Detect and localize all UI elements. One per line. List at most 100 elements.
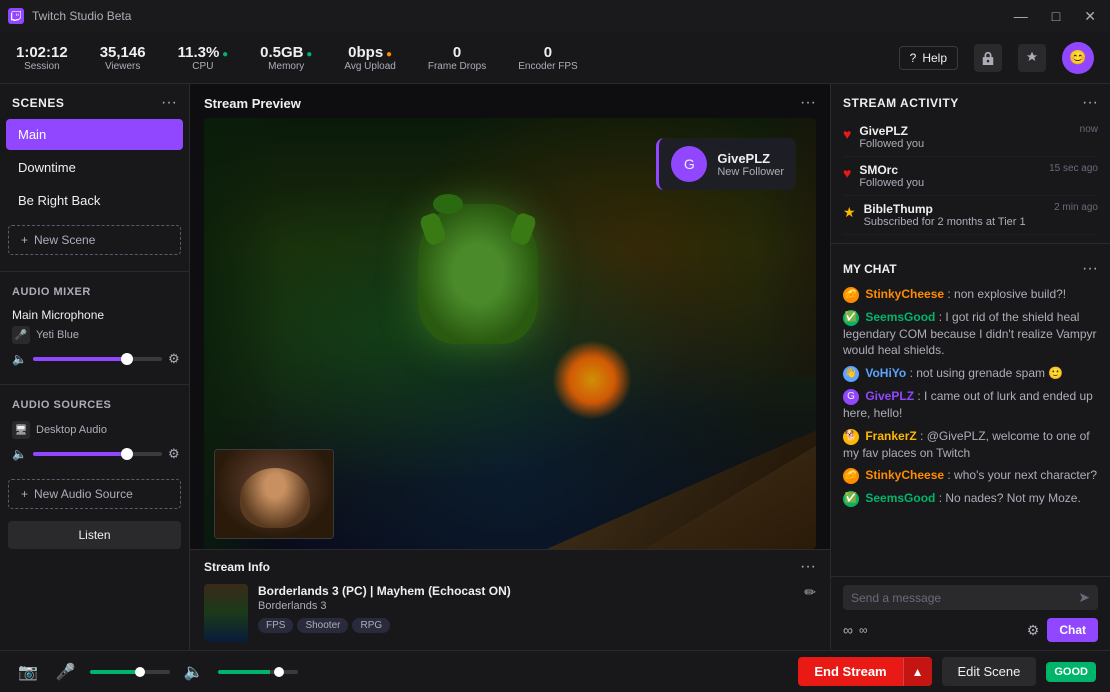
chat-more-button[interactable]: ··· (1082, 260, 1098, 278)
stat-upload: 0bps ● Avg Upload (344, 44, 396, 72)
chat-text-6: : No nades? Not my Moze. (939, 491, 1081, 505)
desktop-audio-slider-row: 🔈 ⚙ (12, 443, 177, 465)
main-mic-device-row: 🎤 Yeti Blue (12, 326, 177, 344)
activity-item-0: ♥ GivePLZ Followed you now (843, 118, 1098, 157)
activity-desc-0: Followed you (859, 138, 1071, 150)
new-audio-source-button[interactable]: + New Audio Source (8, 479, 181, 509)
main-content: Scenes ··· Main Downtime Be Right Back +… (0, 84, 1110, 650)
encoder-fps-label: Encoder FPS (518, 61, 577, 72)
star-icon-2: ★ (843, 204, 856, 221)
notification-subtitle: New Follower (717, 166, 784, 178)
snap-button[interactable] (1018, 44, 1046, 72)
webcam-overlay (214, 449, 334, 539)
plus-icon: + (21, 233, 28, 247)
end-stream-button[interactable]: End Stream (798, 657, 902, 686)
new-scene-label: New Scene (34, 233, 95, 247)
activity-name-1: SMOrc (859, 163, 1041, 177)
chat-settings-button[interactable]: ⚙ (1027, 622, 1040, 639)
activity-text-2: BibleThump Subscribed for 2 months at Ti… (864, 202, 1047, 228)
new-scene-button[interactable]: + New Scene (8, 225, 181, 255)
chat-text-0: : non explosive build?! (947, 287, 1066, 301)
game-preview: G GivePLZ New Follower (204, 118, 816, 549)
help-button[interactable]: ? Help (899, 46, 958, 70)
maximize-button[interactable]: □ (1046, 6, 1066, 27)
camera-button[interactable]: 📷 (14, 658, 42, 686)
infinity-label: ∞ (859, 623, 868, 637)
main-mic-settings-button[interactable]: ⚙ (168, 348, 180, 370)
end-stream-arrow-button[interactable]: ▲ (903, 658, 932, 686)
bottom-audio-slider[interactable] (90, 670, 170, 674)
main-microphone-section: Main Microphone 🎤 Yeti Blue 🔈 ⚙ (0, 302, 189, 376)
scenes-more-button[interactable]: ··· (161, 94, 177, 112)
activity-list: ♥ GivePLZ Followed you now ♥ SMOrc Follo… (831, 118, 1110, 235)
main-mic-device: Yeti Blue (36, 329, 79, 341)
chat-msg-3: G GivePLZ : I came out of lurk and ended… (843, 388, 1098, 422)
app-title: Twitch Studio Beta (32, 9, 131, 23)
main-mic-slider[interactable] (33, 357, 162, 361)
minimize-button[interactable]: — (1008, 6, 1034, 27)
user-avatar[interactable]: 😊 (1062, 42, 1094, 74)
desktop-audio-label: Desktop Audio (36, 424, 107, 436)
listen-button[interactable]: Listen (8, 521, 181, 549)
stream-info-edit-button[interactable]: ✏ (804, 584, 816, 601)
viewers-label: Viewers (105, 61, 140, 72)
chat-send-icon: ➤ (1078, 589, 1090, 606)
chat-msg-2: 👋 VoHiYo : not using grenade spam 🙂 (843, 365, 1098, 382)
stream-info-more-button[interactable]: ··· (800, 558, 816, 576)
activity-text-1: SMOrc Followed you (859, 163, 1041, 189)
upload-label: Avg Upload (344, 61, 396, 72)
audio-mixer-title: Audio Mixer (0, 280, 189, 302)
chat-emote-area: ∞ ∞ (843, 622, 868, 638)
chat-send-button[interactable]: Chat (1047, 618, 1098, 642)
frame-drops-value: 0 (453, 44, 461, 61)
scenes-title: Scenes (12, 96, 64, 110)
sidebar-right: Stream Activity ··· ♥ GivePLZ Followed y… (830, 84, 1110, 650)
notification-username: GivePLZ (717, 151, 784, 166)
chat-divider (831, 243, 1110, 244)
desktop-audio-settings-button[interactable]: ⚙ (168, 443, 180, 465)
tag-shooter: Shooter (297, 618, 348, 633)
activity-title: Stream Activity (843, 96, 959, 110)
tag-rpg: RPG (352, 618, 390, 633)
help-icon: ? (910, 51, 917, 65)
bottom-speaker-slider[interactable] (218, 670, 298, 674)
chat-section: My Chat ··· 🧀 StinkyCheese : non explosi… (831, 252, 1110, 650)
activity-more-button[interactable]: ··· (1082, 94, 1098, 112)
speaker-button[interactable]: 🔈 (180, 658, 208, 686)
desktop-audio-slider[interactable] (33, 452, 162, 456)
activity-name-0: GivePLZ (859, 124, 1071, 138)
chat-header: My Chat ··· (831, 252, 1110, 282)
chat-message-input[interactable] (851, 591, 1072, 605)
activity-time-0: now (1080, 124, 1098, 135)
scene-item-downtime[interactable]: Downtime (6, 152, 183, 183)
stream-tags: FPS Shooter RPG (258, 618, 511, 633)
new-audio-label: New Audio Source (34, 487, 133, 501)
chat-user-1: SeemsGood (865, 310, 935, 324)
stat-frame-drops: 0 Frame Drops (428, 44, 486, 72)
volume-icon: 🔈 (12, 352, 27, 366)
center-panel: Stream Preview ··· (190, 84, 830, 650)
chat-avatar-2: 👋 (843, 366, 859, 382)
chat-actions-row: ∞ ∞ ⚙ Chat (843, 618, 1098, 642)
close-button[interactable]: ✕ (1078, 6, 1102, 27)
chat-msg-6: ✅ SeemsGood : No nades? Not my Moze. (843, 490, 1098, 507)
audio-plus-icon: + (21, 487, 28, 501)
stat-session: 1:02:12 Session (16, 44, 68, 72)
chat-msg-1: ✅ SeemsGood : I got rid of the shield he… (843, 309, 1098, 359)
stream-info-title: Stream Info (204, 560, 270, 574)
activity-time-2: 2 min ago (1054, 202, 1098, 213)
edit-scene-button[interactable]: Edit Scene (942, 657, 1037, 686)
chat-user-4: FrankerZ (865, 429, 916, 443)
scene-item-be-right-back[interactable]: Be Right Back (6, 185, 183, 216)
chat-input-area: ➤ ∞ ∞ ⚙ Chat (831, 576, 1110, 650)
heart-icon-1: ♥ (843, 165, 851, 181)
stream-title: Borderlands 3 (PC) | Mayhem (Echocast ON… (258, 584, 511, 598)
stream-info-text: Borderlands 3 (PC) | Mayhem (Echocast ON… (258, 584, 511, 633)
preview-more-button[interactable]: ··· (800, 94, 816, 112)
microphone-button[interactable]: 🎤 (52, 658, 80, 686)
preview-title: Stream Preview (204, 96, 301, 111)
title-bar-left: Twitch Studio Beta (8, 8, 131, 24)
notification-avatar: G (671, 146, 707, 182)
lock-button[interactable] (974, 44, 1002, 72)
scene-item-main[interactable]: Main (6, 119, 183, 150)
